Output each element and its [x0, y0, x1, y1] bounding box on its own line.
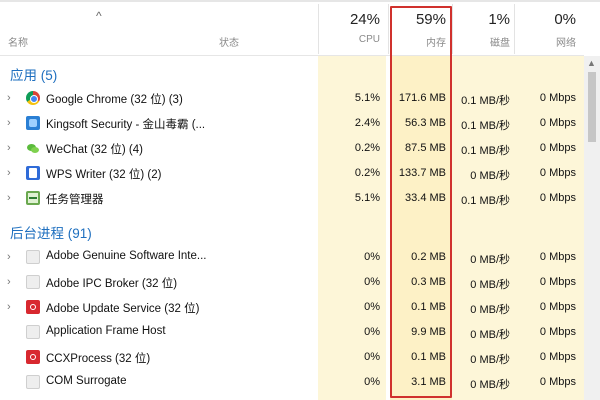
disk-value: 0.1 MB/秒 — [461, 120, 510, 132]
expand-chevron-icon[interactable]: › — [7, 276, 11, 288]
task-manager-icon — [26, 191, 40, 205]
process-row[interactable]: › WeChat (32 位) (4) 0.2% 87.5 MB 0.1 MB/… — [0, 136, 584, 161]
network-value: 0 Mbps — [539, 167, 576, 179]
disk-value: 0 MB/秒 — [470, 279, 510, 291]
scrollbar-thumb[interactable] — [588, 72, 596, 142]
disk-value: 0 MB/秒 — [470, 254, 510, 266]
network-value: 0 Mbps — [539, 326, 576, 338]
expand-chevron-icon[interactable]: › — [7, 251, 11, 263]
process-name: Adobe IPC Broker (32 位) — [46, 278, 178, 290]
header-top-border — [0, 0, 600, 2]
sort-caret-icon: ^ — [96, 9, 102, 23]
expand-chevron-icon[interactable]: › — [7, 142, 11, 154]
column-header-network[interactable]: 网络 — [514, 34, 576, 49]
network-value: 0 Mbps — [539, 376, 576, 388]
disk-value: 0.1 MB/秒 — [461, 195, 510, 207]
process-row[interactable]: › 任务管理器 5.1% 33.4 MB 0.1 MB/秒 0 Mbps — [0, 186, 584, 211]
group-header-apps[interactable]: 应用 (5) — [10, 64, 57, 84]
com-surrogate-icon — [26, 375, 40, 389]
cpu-value: 5.1% — [354, 192, 380, 204]
group-header-background-processes[interactable]: 后台进程 (91) — [10, 222, 92, 242]
cpu-total-percent[interactable]: 24% — [318, 11, 380, 28]
process-row[interactable]: › Kingsoft Security - 金山毒霸 (... 2.4% 56.… — [0, 111, 584, 136]
cpu-value: 0% — [364, 251, 380, 263]
disk-value: 0 MB/秒 — [470, 379, 510, 391]
process-name: Kingsoft Security - 金山毒霸 (... — [46, 119, 206, 131]
disk-value: 0.1 MB/秒 — [461, 95, 510, 107]
network-total-percent[interactable]: 0% — [514, 11, 576, 28]
app-frame-host-icon — [26, 325, 40, 339]
network-value: 0 Mbps — [539, 301, 576, 313]
column-header-disk[interactable]: 磁盘 — [452, 34, 510, 49]
cpu-value: 0.2% — [354, 167, 380, 179]
process-name: Application Frame Host — [46, 325, 166, 337]
disk-value: 0.1 MB/秒 — [461, 145, 510, 157]
chrome-icon — [26, 91, 40, 105]
disk-value: 0 MB/秒 — [470, 354, 510, 366]
ccxprocess-icon — [26, 350, 40, 364]
header-bottom-border — [0, 55, 584, 56]
adobe-genuine-icon — [26, 250, 40, 264]
process-name: Adobe Update Service (32 位) — [46, 303, 200, 315]
wechat-icon — [26, 141, 40, 155]
network-value: 0 Mbps — [539, 142, 576, 154]
expand-chevron-icon[interactable]: › — [7, 167, 11, 179]
wps-writer-icon — [26, 166, 40, 180]
cpu-value: 2.4% — [354, 117, 380, 129]
process-row[interactable]: › Adobe Genuine Software Inte... 0% 0.2 … — [0, 245, 584, 270]
cpu-value: 0.2% — [354, 142, 380, 154]
process-name: WeChat (32 位) (4) — [46, 144, 143, 156]
column-header-name[interactable]: 名称 — [8, 34, 28, 49]
network-value: 0 Mbps — [539, 251, 576, 263]
cpu-value: 0% — [364, 301, 380, 313]
expand-chevron-icon[interactable]: › — [7, 92, 11, 104]
process-row[interactable]: CCXProcess (32 位) 0% 0.1 MB 0 MB/秒 0 Mbp… — [0, 345, 584, 370]
cpu-value: 0% — [364, 351, 380, 363]
process-row[interactable]: COM Surrogate 0% 3.1 MB 0 MB/秒 0 Mbps — [0, 370, 584, 395]
memory-column-highlight-frame — [390, 6, 452, 398]
expand-chevron-icon[interactable]: › — [7, 301, 11, 313]
disk-value: 0 MB/秒 — [470, 329, 510, 341]
process-name: COM Surrogate — [46, 375, 127, 387]
network-value: 0 Mbps — [539, 92, 576, 104]
scroll-up-arrow-icon[interactable]: ▲ — [587, 58, 596, 68]
disk-value: 0 MB/秒 — [470, 170, 510, 182]
process-name: 任务管理器 — [46, 194, 104, 206]
expand-chevron-icon[interactable]: › — [7, 192, 11, 204]
adobe-update-icon — [26, 300, 40, 314]
network-value: 0 Mbps — [539, 192, 576, 204]
disk-total-percent[interactable]: 1% — [452, 11, 510, 28]
process-row[interactable]: › Google Chrome (32 位) (3) 5.1% 171.6 MB… — [0, 86, 584, 111]
process-row[interactable]: › Adobe IPC Broker (32 位) 0% 0.3 MB 0 MB… — [0, 270, 584, 295]
adobe-ipc-icon — [26, 275, 40, 289]
network-value: 0 Mbps — [539, 117, 576, 129]
cpu-value: 0% — [364, 326, 380, 338]
process-row[interactable]: › Adobe Update Service (32 位) 0% 0.1 MB … — [0, 295, 584, 320]
process-name: Google Chrome (32 位) (3) — [46, 94, 183, 106]
process-name: Adobe Genuine Software Inte... — [46, 250, 207, 262]
kingsoft-icon — [26, 116, 40, 130]
process-row[interactable]: › WPS Writer (32 位) (2) 0.2% 133.7 MB 0 … — [0, 161, 584, 186]
cpu-value: 5.1% — [354, 92, 380, 104]
process-name: CCXProcess (32 位) — [46, 353, 151, 365]
network-value: 0 Mbps — [539, 276, 576, 288]
disk-value: 0 MB/秒 — [470, 304, 510, 316]
cpu-value: 0% — [364, 376, 380, 388]
expand-chevron-icon[interactable]: › — [7, 117, 11, 129]
network-value: 0 Mbps — [539, 351, 576, 363]
column-header-status[interactable]: 状态 — [219, 34, 239, 49]
column-header-cpu[interactable]: CPU — [318, 34, 380, 45]
process-name: WPS Writer (32 位) (2) — [46, 169, 162, 181]
process-row[interactable]: Application Frame Host 0% 9.9 MB 0 MB/秒 … — [0, 320, 584, 345]
cpu-value: 0% — [364, 276, 380, 288]
